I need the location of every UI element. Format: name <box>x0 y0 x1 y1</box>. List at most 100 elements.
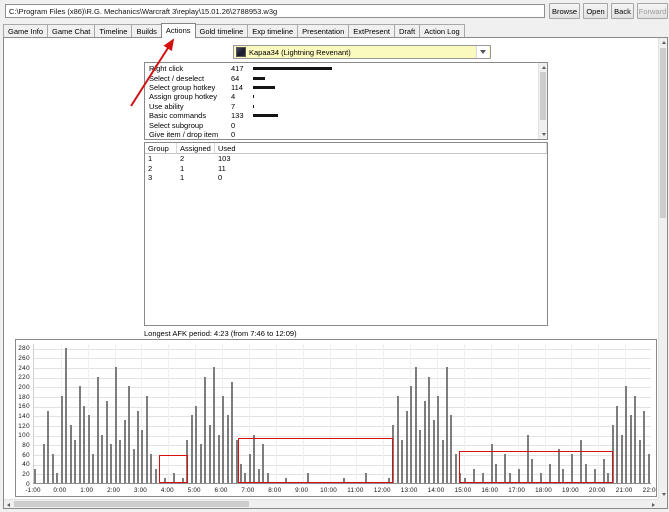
list-item[interactable]: Basic commands 133 <box>145 111 538 120</box>
x-tick-label: 0:00 <box>53 487 67 494</box>
chart-bar <box>145 396 148 483</box>
tab-gold-timeline[interactable]: Gold timeline <box>194 24 249 37</box>
stat-value: 7 <box>231 101 236 111</box>
chart-bar <box>396 396 399 483</box>
x-tick-label: 21:00 <box>615 487 633 494</box>
y-tick-label: 20 <box>22 470 30 478</box>
x-tick-label: 4:00 <box>160 487 174 494</box>
list-item[interactable]: Select group hotkey 114 <box>145 83 538 92</box>
vertical-scrollbar[interactable] <box>658 38 667 499</box>
stats-scrollbar-thumb[interactable] <box>540 72 546 120</box>
tab-draft[interactable]: Draft <box>393 24 421 37</box>
tab-action-log[interactable]: Action Log <box>419 24 465 37</box>
table-cell: 3 <box>148 173 153 183</box>
stat-value: 133 <box>231 111 244 121</box>
chart-bar <box>647 454 650 483</box>
chart-bar <box>414 367 417 483</box>
back-button[interactable]: Back <box>611 3 634 19</box>
table-cell: 0 <box>218 173 223 183</box>
stat-label: Give item / drop item <box>149 129 219 139</box>
table-cell: 2 <box>180 154 185 164</box>
scroll-down-icon[interactable] <box>659 490 667 499</box>
player-select[interactable]: Kapaa34 (Lightning Revenant) <box>233 45 491 59</box>
y-tick-label: 120 <box>18 422 30 430</box>
tab-game-info[interactable]: Game Info <box>3 24 49 37</box>
list-item[interactable]: Right click 417 <box>145 64 538 73</box>
tab-timeline[interactable]: Timeline <box>94 24 133 37</box>
list-item[interactable]: Select / deselect 64 <box>145 73 538 83</box>
table-row[interactable]: 1 2 103 <box>145 154 547 164</box>
replay-path-input[interactable] <box>5 4 545 18</box>
chart-bar <box>123 420 126 483</box>
y-tick-label: 100 <box>18 432 30 440</box>
chart-bar <box>204 376 207 483</box>
chevron-down-icon[interactable] <box>476 46 489 58</box>
table-row[interactable]: 3 1 0 <box>145 173 547 183</box>
chart-bar <box>441 439 444 483</box>
stats-scrollbar[interactable] <box>538 63 547 139</box>
chart-bar <box>141 429 144 483</box>
chart-bar <box>190 415 193 483</box>
stat-value: 4 <box>231 92 236 102</box>
chart-bar <box>638 439 641 483</box>
chart-bar <box>437 396 440 483</box>
scroll-left-icon[interactable] <box>4 500 13 508</box>
x-tick-label: 17:00 <box>508 487 526 494</box>
browse-button[interactable]: Browse <box>549 3 580 19</box>
chart-bar <box>450 415 453 483</box>
y-tick-label: 60 <box>22 451 30 459</box>
forward-button[interactable]: Forward <box>637 3 668 19</box>
chart-bar <box>110 444 113 483</box>
x-tick-label: 5:00 <box>187 487 201 494</box>
x-tick-label: 11:00 <box>347 487 364 494</box>
table-row[interactable]: 2 1 11 <box>145 164 547 174</box>
chart-bar <box>217 434 220 483</box>
x-tick-label: 19:00 <box>562 487 579 494</box>
list-item[interactable]: Use ability 7 <box>145 102 538 111</box>
chart-bar <box>405 410 408 483</box>
chart-bar <box>87 415 90 483</box>
x-tick-label: 3:00 <box>133 487 147 494</box>
tab-actions[interactable]: Actions <box>160 23 196 38</box>
stat-bar <box>253 104 255 108</box>
chart-bar <box>92 454 95 483</box>
chart-bar <box>235 439 238 483</box>
chart-bar <box>643 410 646 483</box>
tab-extpresent[interactable]: ExtPresent <box>348 24 395 37</box>
tab-game-chat[interactable]: Game Chat <box>47 24 96 37</box>
vertical-scrollbar-thumb[interactable] <box>660 48 666 218</box>
open-button[interactable]: Open <box>583 3 608 19</box>
stat-bar <box>253 114 279 118</box>
chart-bar <box>150 454 153 483</box>
horizontal-scrollbar-thumb[interactable] <box>14 501 249 507</box>
list-item[interactable]: Assign group hotkey 4 <box>145 92 538 101</box>
list-item[interactable]: Give item / drop item 0 <box>145 130 538 139</box>
scroll-down-icon[interactable] <box>539 130 548 139</box>
scroll-right-icon[interactable] <box>649 500 658 508</box>
tab-exp-timeline[interactable]: Exp timeline <box>247 24 299 37</box>
tab-presentation[interactable]: Presentation <box>297 24 350 37</box>
stat-label: Assign group hotkey <box>149 92 217 102</box>
chart-bar <box>42 444 45 483</box>
scroll-up-icon[interactable] <box>539 63 548 72</box>
player-select-value: Kapaa34 (Lightning Revenant) <box>249 47 351 57</box>
y-tick-label: 260 <box>18 354 30 362</box>
table-cell: 1 <box>148 154 153 164</box>
chart-bar <box>128 386 131 483</box>
table-cell: 103 <box>218 154 231 164</box>
chart-bar <box>195 405 198 483</box>
chart-bar <box>56 473 59 483</box>
chart-bar <box>137 410 139 483</box>
tab-builds[interactable]: Builds <box>131 24 162 37</box>
y-tick-label: 240 <box>18 364 30 372</box>
horizontal-scrollbar[interactable] <box>4 499 658 508</box>
table-cell: 2 <box>148 163 153 173</box>
groups-header-cell: Used <box>215 143 547 153</box>
content-panel: Kapaa34 (Lightning Revenant) Right click… <box>3 37 668 509</box>
x-tick-label: 15:00 <box>454 487 472 494</box>
scroll-up-icon[interactable] <box>659 38 667 47</box>
chart-bar <box>199 444 202 483</box>
list-item[interactable]: Select subgroup 0 <box>145 120 538 130</box>
x-tick-label: 20:00 <box>588 487 606 494</box>
action-stats-list: Right click 417 Select / deselect 64 Select … <box>144 62 548 140</box>
